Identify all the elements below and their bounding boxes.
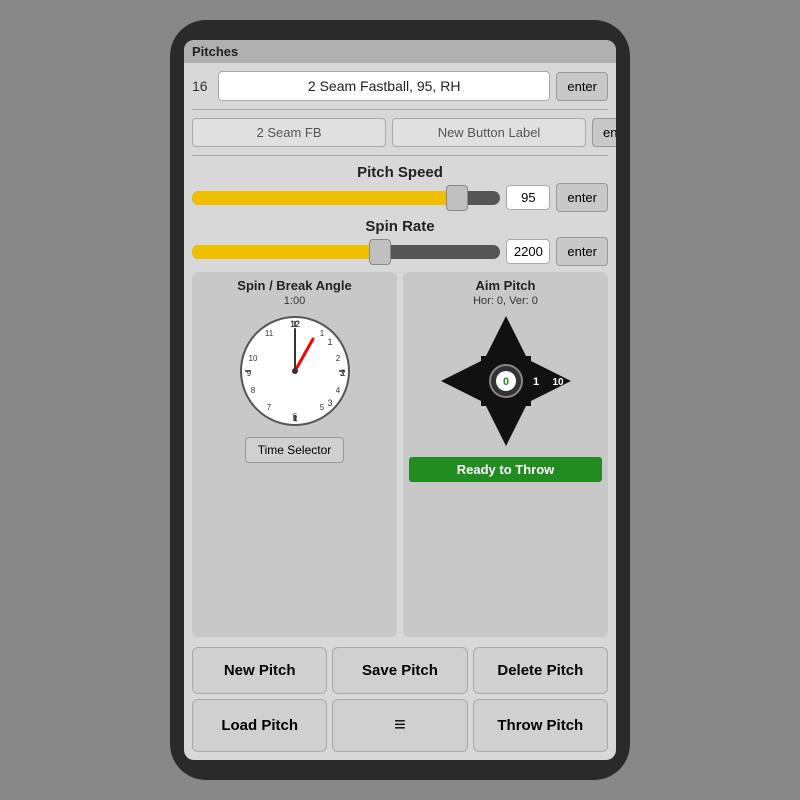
pitch-speed-section: Pitch Speed 95 enter: [192, 164, 608, 212]
spin-rate-label: Spin Rate: [192, 218, 608, 235]
aim-coords: Hor: 0, Ver: 0: [473, 295, 538, 307]
clock-display: 12 1 2 3 4 12 1 2 3 4 5: [235, 311, 355, 431]
pitch-name-input[interactable]: [218, 71, 550, 101]
pitch-speed-track: [192, 191, 500, 205]
new-button-label-input[interactable]: [392, 118, 586, 147]
svg-text:2: 2: [335, 354, 340, 363]
spin-rate-enter-button[interactable]: enter: [556, 237, 608, 266]
svg-text:1: 1: [327, 337, 332, 347]
svg-text:5: 5: [319, 403, 324, 412]
pitch-number: 16: [192, 78, 212, 94]
spin-break-title: Spin / Break Angle: [237, 278, 351, 293]
title-label: Pitches: [192, 44, 238, 59]
spin-rate-fill: [192, 245, 380, 259]
throw-pitch-button[interactable]: Throw Pitch: [473, 699, 608, 752]
spin-rate-track: [192, 245, 500, 259]
new-pitch-button[interactable]: New Pitch: [192, 647, 327, 694]
title-bar: Pitches: [184, 40, 616, 63]
save-pitch-button[interactable]: Save Pitch: [332, 647, 467, 694]
menu-button[interactable]: ≡: [332, 699, 467, 752]
spin-rate-row: 2200 enter: [192, 237, 608, 266]
main-enter-button[interactable]: enter: [556, 72, 608, 101]
clock-svg: 12 1 2 3 4 12 1 2 3 4 5: [235, 311, 355, 431]
pitch-speed-thumb[interactable]: [446, 185, 468, 211]
label-enter-button[interactable]: enter: [592, 118, 616, 147]
divider-2: [192, 155, 608, 156]
pitch-speed-row: 95 enter: [192, 183, 608, 212]
svg-text:11: 11: [264, 329, 273, 338]
main-input-row: 16 enter: [192, 71, 608, 101]
svg-text:7: 7: [266, 403, 271, 412]
ready-to-throw-bar: Ready to Throw: [409, 457, 602, 482]
label-row: enter: [192, 118, 608, 147]
pitch-speed-slider-container[interactable]: [192, 187, 500, 209]
spin-rate-thumb[interactable]: [369, 239, 391, 265]
svg-text:3: 3: [327, 398, 332, 408]
svg-text:10: 10: [248, 354, 257, 363]
bottom-panels: Spin / Break Angle 1:00 12 1 2 3 4: [192, 272, 608, 637]
delete-pitch-button[interactable]: Delete Pitch: [473, 647, 608, 694]
spin-rate-value: 2200: [506, 239, 550, 264]
divider-1: [192, 109, 608, 110]
pitch-speed-value: 95: [506, 185, 550, 210]
load-pitch-button[interactable]: Load Pitch: [192, 699, 327, 752]
pitch-speed-label: Pitch Speed: [192, 164, 608, 181]
screen-content: 16 enter enter Pitch Speed: [184, 63, 616, 760]
svg-text:0: 0: [502, 376, 508, 388]
time-selector-button[interactable]: Time Selector: [245, 437, 345, 463]
pitch-speed-fill: [192, 191, 457, 205]
svg-text:8: 8: [250, 386, 255, 395]
aim-pitch-diamond[interactable]: 0 1 10: [436, 311, 576, 451]
spin-break-panel: Spin / Break Angle 1:00 12 1 2 3 4: [192, 272, 397, 637]
spin-rate-slider-container[interactable]: [192, 241, 500, 263]
device-frame: Pitches 16 enter enter Pitch Speed: [170, 20, 630, 780]
pitch-speed-enter-button[interactable]: enter: [556, 183, 608, 212]
spin-rate-section: Spin Rate 2200 enter: [192, 218, 608, 266]
aim-pitch-panel: Aim Pitch Hor: 0, Ver: 0: [403, 272, 608, 637]
svg-text:1: 1: [532, 376, 538, 388]
screen: Pitches 16 enter enter Pitch Speed: [184, 40, 616, 760]
svg-text:10: 10: [552, 377, 564, 388]
bottom-buttons: New Pitch Save Pitch Delete Pitch Load P…: [192, 647, 608, 752]
svg-text:1: 1: [319, 329, 324, 338]
clock-time-label: 1:00: [284, 295, 305, 307]
svg-text:4: 4: [335, 386, 340, 395]
short-name-input[interactable]: [192, 118, 386, 147]
aim-pitch-title: Aim Pitch: [476, 278, 536, 293]
